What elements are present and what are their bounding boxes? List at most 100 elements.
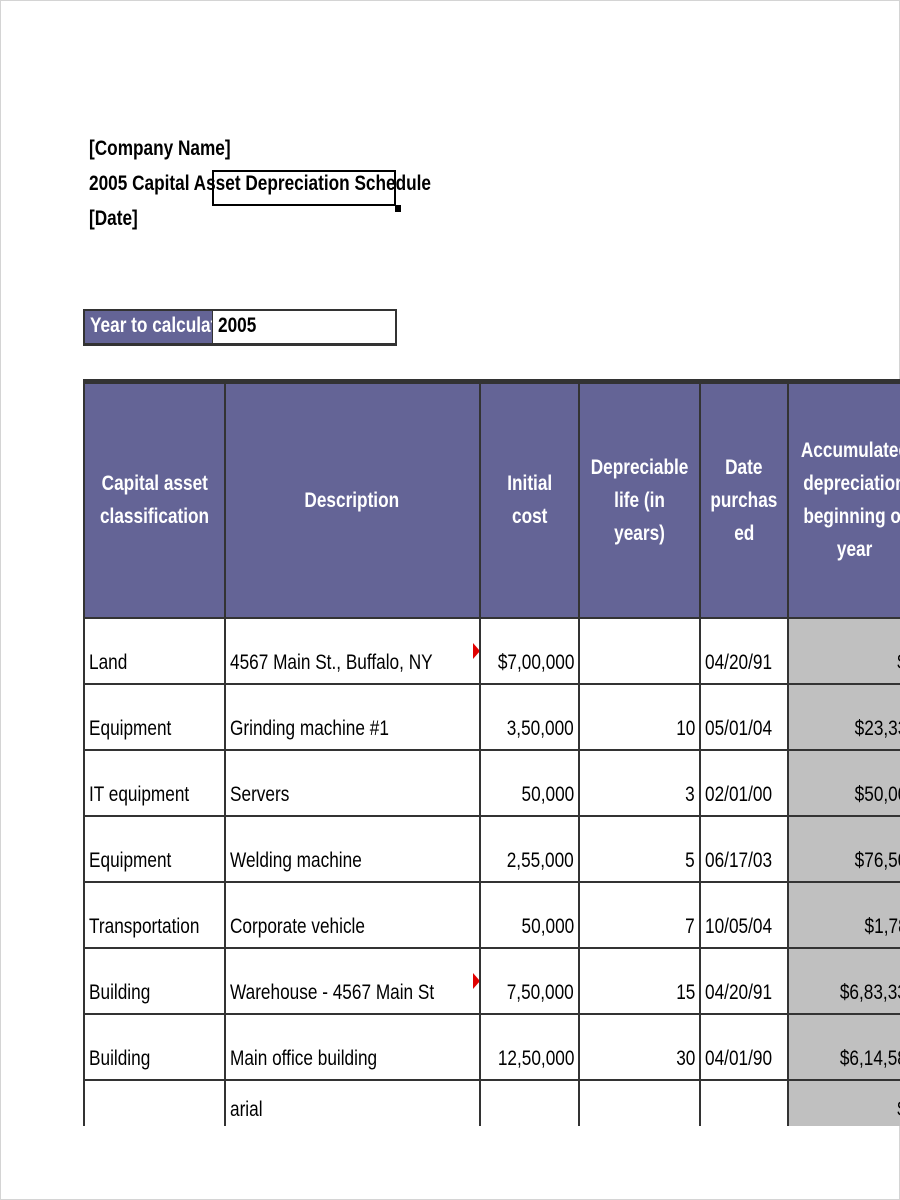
table-row: IT equipment Servers 50,000 3 02/01/00 $50,00… <box>83 748 900 817</box>
header-text-line: Depreciable <box>590 455 689 479</box>
year-to-calculate-input[interactable]: 2005 <box>213 311 395 343</box>
header-text-line: depreciation <box>803 472 900 496</box>
header-text-line: ed <box>733 521 755 545</box>
cell-text: $7,00,000 <box>497 650 575 674</box>
comment-indicator-icon[interactable] <box>472 972 478 989</box>
header-text-line: Capital asset <box>101 472 208 496</box>
cell-text: 15 <box>676 980 696 1004</box>
cell-text: 2,55,000 <box>507 848 575 872</box>
cell-accumulated-depreciation[interactable]: $50,000 <box>786 748 900 817</box>
table-row: Transportation Corporate vehicle 50,000 7 10… <box>83 880 900 949</box>
header-text-line: Description <box>304 488 400 512</box>
cell-description[interactable]: Corporate vehicle <box>223 880 481 949</box>
header-text-line: classification <box>99 505 209 529</box>
cell-classification[interactable] <box>83 1078 226 1126</box>
cell-text: Land <box>89 650 128 674</box>
cell-description[interactable]: 4567 Main St., Buffalo, NY <box>223 616 481 685</box>
cell-accumulated-depreciation[interactable]: $1,786 <box>786 880 900 949</box>
cell-date-purchased[interactable]: 04/20/91 <box>699 946 789 1015</box>
col-header-accumulated-depreciation[interactable]: Accumulated depreciation beginning of year <box>786 379 900 619</box>
cell-date-purchased[interactable]: 04/01/90 <box>699 1012 789 1081</box>
cell-date-purchased[interactable]: 05/01/04 <box>699 682 789 751</box>
cell-classification[interactable]: Equipment <box>83 814 226 883</box>
cell-date-purchased[interactable]: 02/01/00 <box>699 748 789 817</box>
cell-initial-cost[interactable]: 50,000 <box>478 748 581 817</box>
cell-accumulated-depreciation[interactable]: $0 <box>786 616 900 685</box>
cell-text: Building <box>89 980 151 1004</box>
cell-text: $50,000 <box>854 782 900 806</box>
cell-description[interactable]: Servers <box>223 748 481 817</box>
cell-depreciable-life[interactable] <box>578 616 702 685</box>
table-row: Building Warehouse - 4567 Main St 7,50,000… <box>83 946 900 1015</box>
cell-depreciable-life[interactable]: 10 <box>578 682 702 751</box>
cell-initial-cost[interactable]: 7,50,000 <box>478 946 581 1015</box>
cell-classification[interactable]: IT equipment <box>83 748 226 817</box>
cell-depreciable-life[interactable]: 7 <box>578 880 702 949</box>
company-name[interactable]: [Company Name] <box>89 137 262 161</box>
cell-text: 50,000 <box>521 914 575 938</box>
col-header-classification[interactable]: Capital asset classification <box>83 379 226 619</box>
cell-text: 02/01/00 <box>705 782 773 806</box>
col-header-initial-cost[interactable]: Initial cost <box>478 379 581 619</box>
cell-depreciable-life[interactable]: 15 <box>578 946 702 1015</box>
cell-text: Corporate vehicle <box>229 914 365 938</box>
col-header-description[interactable]: Description <box>223 379 481 619</box>
year-to-calculate-label: Year to calculate <box>85 311 213 343</box>
cell-text: Main office building <box>229 1046 377 1070</box>
header-text-line: Date <box>725 455 763 479</box>
cell-accumulated-depreciation[interactable]: $6,83,333 <box>786 946 900 1015</box>
col-header-date-purchased[interactable]: Date purchas ed <box>699 379 789 619</box>
cell-classification[interactable]: Transportation <box>83 880 226 949</box>
cell-accumulated-depreciation[interactable]: $0 <box>786 1078 900 1126</box>
col-header-life[interactable]: Depreciable life (in years) <box>578 379 702 619</box>
cell-text: 05/01/04 <box>705 716 773 740</box>
date-line[interactable]: [Date] <box>89 207 149 231</box>
cell-description[interactable]: arial <box>223 1078 481 1126</box>
cell-classification[interactable]: Equipment <box>83 682 226 751</box>
cell-initial-cost[interactable]: 12,50,000 <box>478 1012 581 1081</box>
cell-classification[interactable]: Land <box>83 616 226 685</box>
cell-text: $1,786 <box>864 914 900 938</box>
cell-text: arial <box>229 1097 263 1121</box>
cell-initial-cost[interactable]: 50,000 <box>478 880 581 949</box>
cell-depreciable-life[interactable]: 3 <box>578 748 702 817</box>
cell-classification[interactable]: Building <box>83 1012 226 1081</box>
cell-accumulated-depreciation[interactable]: $23,333 <box>786 682 900 751</box>
cell-text: 3 <box>685 782 696 806</box>
cell-text: 04/20/91 <box>705 650 773 674</box>
cell-depreciable-life[interactable]: 30 <box>578 1012 702 1081</box>
cell-classification[interactable]: Building <box>83 946 226 1015</box>
cell-accumulated-depreciation[interactable]: $76,500 <box>786 814 900 883</box>
cell-initial-cost[interactable]: 2,55,000 <box>478 814 581 883</box>
cell-text: Transportation <box>89 914 200 938</box>
cell-depreciable-life[interactable]: 5 <box>578 814 702 883</box>
cell-date-purchased[interactable]: 10/05/04 <box>699 880 789 949</box>
comment-indicator-icon[interactable] <box>472 642 478 659</box>
cell-text: Equipment <box>89 716 172 740</box>
cell-text: 04/20/91 <box>705 980 773 1004</box>
cell-accumulated-depreciation[interactable]: $6,14,583 <box>786 1012 900 1081</box>
table-row: Equipment Welding machine 2,55,000 5 06/17/0… <box>83 814 900 883</box>
cell-description[interactable]: Warehouse - 4567 Main St <box>223 946 481 1015</box>
cell-initial-cost[interactable]: $7,00,000 <box>478 616 581 685</box>
cell-date-purchased[interactable]: 06/17/03 <box>699 814 789 883</box>
cell-description[interactable]: Grinding machine #1 <box>223 682 481 751</box>
cell-initial-cost[interactable] <box>478 1078 581 1126</box>
cell-initial-cost[interactable]: 3,50,000 <box>478 682 581 751</box>
cell-depreciable-life[interactable] <box>578 1078 702 1126</box>
cell-text: IT equipment <box>89 782 190 806</box>
fill-handle[interactable] <box>395 205 401 212</box>
header-text-line: life (in years) <box>614 488 665 545</box>
cell-date-purchased[interactable]: 04/20/91 <box>699 616 789 685</box>
table-row: Building Main office building 12,50,000 30 0… <box>83 1012 900 1081</box>
cell-text: 5 <box>685 848 696 872</box>
cell-description[interactable]: Welding machine <box>223 814 481 883</box>
header-text-line: Accumulated <box>800 439 900 463</box>
header-text-line: beginning of <box>803 505 900 529</box>
cell-text: $23,333 <box>854 716 900 740</box>
cell-text: 50,000 <box>521 782 575 806</box>
cell-date-purchased[interactable] <box>699 1078 789 1126</box>
cell-text: $6,83,333 <box>840 980 900 1004</box>
selected-cell-outline[interactable] <box>212 170 396 206</box>
cell-description[interactable]: Main office building <box>223 1012 481 1081</box>
